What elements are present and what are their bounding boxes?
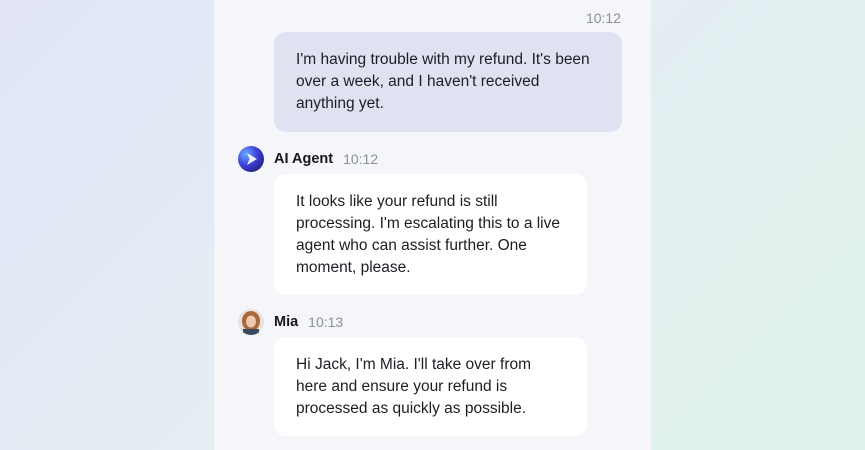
ai-agent-name: AI Agent <box>274 151 334 167</box>
mia-name: Mia <box>274 314 299 330</box>
mia-avatar-icon <box>238 309 264 335</box>
ai-agent-message-bubble: It looks like your refund is still proce… <box>274 174 587 295</box>
user-message-bubble: I'm having trouble with my refund. It's … <box>274 32 622 132</box>
ai-agent-header: AI Agent 10:12 <box>238 146 378 172</box>
ai-agent-avatar-icon <box>238 146 264 172</box>
mia-header: Mia 10:13 <box>238 309 343 335</box>
ai-agent-time: 10:12 <box>343 151 379 167</box>
chat-panel: 10:12 I'm having trouble with my refund.… <box>214 0 651 450</box>
user-message-time: 10:12 <box>585 10 621 26</box>
mia-time: 10:13 <box>308 314 344 330</box>
mia-message-bubble: Hi Jack, I'm Mia. I'll take over from he… <box>274 337 587 436</box>
